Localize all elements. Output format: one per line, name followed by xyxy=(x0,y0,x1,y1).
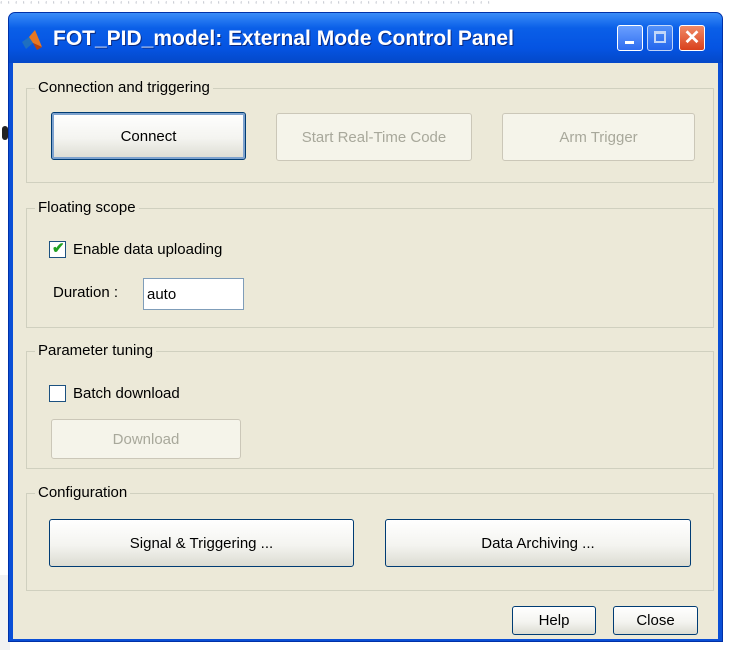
start-real-time-code-button[interactable]: Start Real-Time Code xyxy=(276,113,472,161)
close-window-button[interactable]: ✕ xyxy=(679,25,705,51)
close-icon: ✕ xyxy=(683,27,701,49)
connect-button[interactable]: Connect xyxy=(51,112,246,160)
floating-scope-group-label: Floating scope xyxy=(35,199,139,216)
parameter-tuning-group: Parameter tuning Batch download Download xyxy=(26,342,714,469)
signal-and-triggering-button[interactable]: Signal & Triggering ... xyxy=(49,519,354,567)
minimize-icon xyxy=(625,41,634,44)
batch-download-checkbox[interactable] xyxy=(49,385,66,402)
minimize-button[interactable] xyxy=(617,25,643,51)
maximize-icon xyxy=(654,31,666,43)
batch-download-label: Batch download xyxy=(73,385,180,402)
close-button[interactable]: Close xyxy=(613,606,698,635)
data-archiving-button[interactable]: Data Archiving ... xyxy=(385,519,691,567)
duration-input[interactable] xyxy=(143,278,244,310)
control-panel-window: FOT_PID_model: External Mode Control Pan… xyxy=(8,12,723,642)
configuration-group-label: Configuration xyxy=(35,484,131,501)
arm-trigger-button[interactable]: Arm Trigger xyxy=(502,113,695,161)
title-bar[interactable]: FOT_PID_model: External Mode Control Pan… xyxy=(9,13,722,63)
window-title: FOT_PID_model: External Mode Control Pan… xyxy=(53,27,514,50)
duration-label: Duration : xyxy=(53,284,119,301)
configuration-group: Configuration Signal & Triggering ... Da… xyxy=(26,484,714,591)
maximize-button[interactable] xyxy=(647,25,673,51)
check-icon: ✔ xyxy=(52,240,65,257)
connection-group: Connection and triggering Connect Start … xyxy=(26,79,714,183)
download-button[interactable]: Download xyxy=(51,419,241,459)
floating-scope-group: Floating scope ✔ Enable data uploading D… xyxy=(26,199,714,328)
dialog-client-area: Connection and triggering Connect Start … xyxy=(13,63,718,639)
enable-data-uploading-label: Enable data uploading xyxy=(73,241,223,258)
matlab-logo-icon xyxy=(22,30,42,50)
help-button[interactable]: Help xyxy=(512,606,596,635)
parameter-tuning-group-label: Parameter tuning xyxy=(35,342,157,359)
enable-data-uploading-checkbox[interactable]: ✔ xyxy=(49,240,66,258)
connection-group-label: Connection and triggering xyxy=(35,79,213,96)
